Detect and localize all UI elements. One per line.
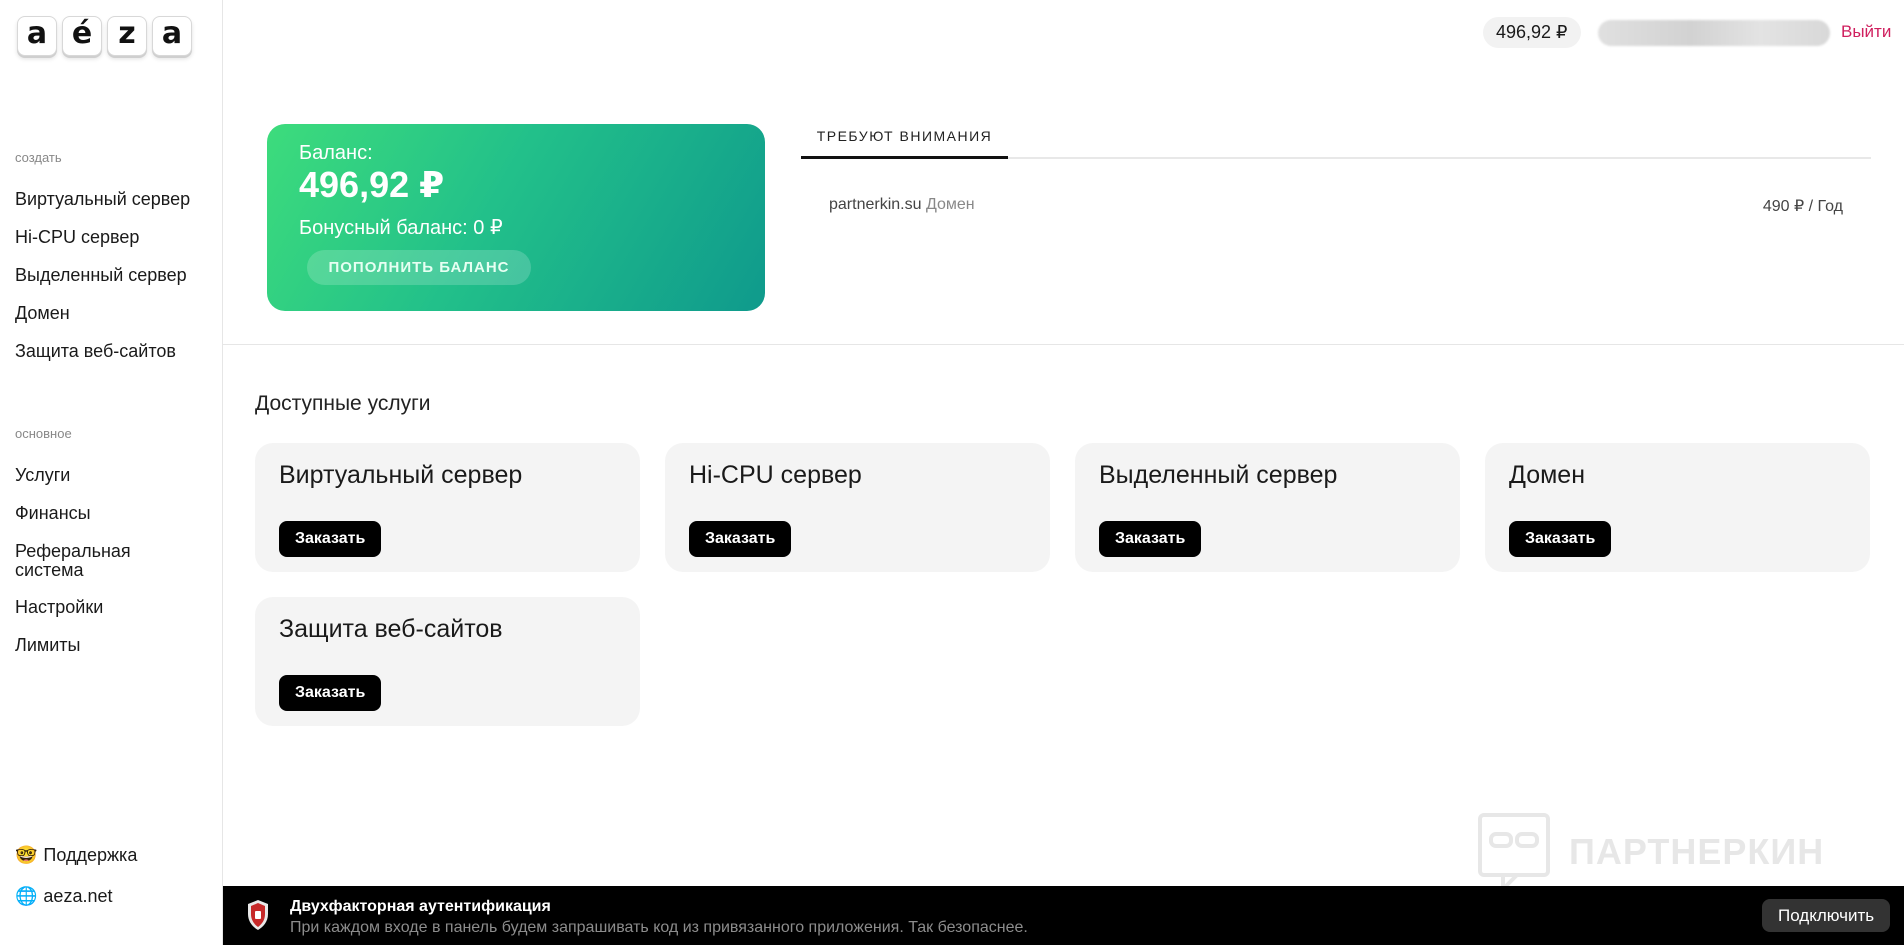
partnerkin-logo-icon	[1478, 813, 1550, 892]
attention-item-name: partnerkin.su	[829, 196, 922, 213]
topup-balance-button[interactable]: ПОПОЛНИТЬ БАЛАНС	[307, 250, 531, 285]
logo-key: z	[107, 16, 147, 56]
section-label-create: создать	[15, 150, 62, 165]
logo-key: a	[17, 16, 57, 56]
partnerkin-watermark: ПАРТНЕРКИН	[1477, 812, 1824, 892]
services-title: Доступные услуги	[255, 392, 431, 415]
order-button[interactable]: Заказать	[279, 675, 382, 711]
balance-card: Баланс: 496,92 ₽ Бонусный баланс: 0 ₽ ПО…	[267, 124, 765, 311]
logo-key: a	[152, 16, 192, 56]
service-card-dedicated-server: Выделенный сервер Заказать	[1075, 443, 1460, 572]
attention-row[interactable]: partnerkin.su Домен 490 ₽ / Год	[829, 196, 1843, 216]
sidebar-item-dedicated-server[interactable]: Выделенный сервер	[15, 266, 187, 285]
service-card-title: Hi-CPU сервер	[689, 461, 862, 489]
support-label: Поддержка	[43, 845, 138, 865]
connect-2fa-button[interactable]: Подключить	[1762, 899, 1891, 932]
shield-icon	[248, 900, 268, 930]
site-label: aeza.net	[43, 886, 113, 906]
user-email-blurred[interactable]	[1598, 20, 1830, 46]
balance-value: 496,92 ₽	[299, 164, 445, 205]
nerd-face-icon: 🤓	[15, 845, 38, 866]
service-card-title: Выделенный сервер	[1099, 461, 1338, 489]
sidebar-item-referral[interactable]: Реферальная система	[15, 542, 165, 580]
watermark-text: ПАРТНЕРКИН	[1569, 831, 1825, 872]
attention-tabs: ТРЕБУЮТ ВНИМАНИЯ	[801, 124, 1871, 159]
sidebar-item-web-protection[interactable]: Защита веб-сайтов	[15, 342, 176, 361]
sidebar-item-limits[interactable]: Лимиты	[15, 636, 80, 655]
order-button[interactable]: Заказать	[279, 521, 382, 557]
sidebar-item-finance[interactable]: Финансы	[15, 504, 91, 523]
service-card-web-protection: Защита веб-сайтов Заказать	[255, 597, 640, 726]
bonus-balance: Бонусный баланс: 0 ₽	[299, 217, 503, 239]
sidebar-item-settings[interactable]: Настройки	[15, 598, 103, 617]
twofa-description: При каждом входе в панель будем запрашив…	[290, 919, 1028, 936]
service-card-hicpu-server: Hi-CPU сервер Заказать	[665, 443, 1050, 572]
app-root: a é z a создать Виртуальный сервер Hi-CP…	[0, 0, 1904, 945]
order-button[interactable]: Заказать	[1509, 521, 1612, 557]
sidebar: a é z a создать Виртуальный сервер Hi-CP…	[0, 0, 223, 945]
globe-icon: 🌐	[15, 886, 38, 907]
aeza-net-link[interactable]: 🌐 aeza.net	[15, 886, 112, 907]
attention-item-price: 490 ₽ / Год	[1762, 198, 1843, 215]
attention-item: partnerkin.su Домен	[829, 196, 975, 216]
twofa-banner: Двухфакторная аутентификация При каждом …	[223, 886, 1904, 945]
logout-link[interactable]: Выйти	[1841, 22, 1891, 42]
twofa-title: Двухфакторная аутентификация	[290, 898, 551, 915]
support-link[interactable]: 🤓 Поддержка	[15, 845, 137, 866]
sidebar-item-virtual-server[interactable]: Виртуальный сервер	[15, 190, 190, 209]
service-card-title: Домен	[1509, 461, 1586, 489]
section-label-main: основное	[15, 426, 72, 441]
service-card-title: Виртуальный сервер	[279, 461, 523, 489]
header-balance-badge[interactable]: 496,92 ₽	[1483, 17, 1581, 48]
logo-key: é	[62, 16, 102, 56]
sidebar-item-services[interactable]: Услуги	[15, 466, 70, 485]
sidebar-item-hicpu-server[interactable]: Hi-CPU сервер	[15, 228, 139, 247]
service-card-domain: Домен Заказать	[1485, 443, 1870, 572]
sidebar-item-domain[interactable]: Домен	[15, 304, 70, 323]
order-button[interactable]: Заказать	[1099, 521, 1202, 557]
balance-label: Баланс:	[299, 142, 373, 164]
attention-item-type: Домен	[925, 196, 975, 213]
section-divider	[223, 344, 1904, 345]
aeza-logo[interactable]: a é z a	[17, 16, 192, 56]
service-card-title: Защита веб-сайтов	[279, 615, 503, 643]
order-button[interactable]: Заказать	[689, 521, 792, 557]
tab-requires-attention[interactable]: ТРЕБУЮТ ВНИМАНИЯ	[801, 124, 1008, 159]
service-card-virtual-server: Виртуальный сервер Заказать	[255, 443, 640, 572]
